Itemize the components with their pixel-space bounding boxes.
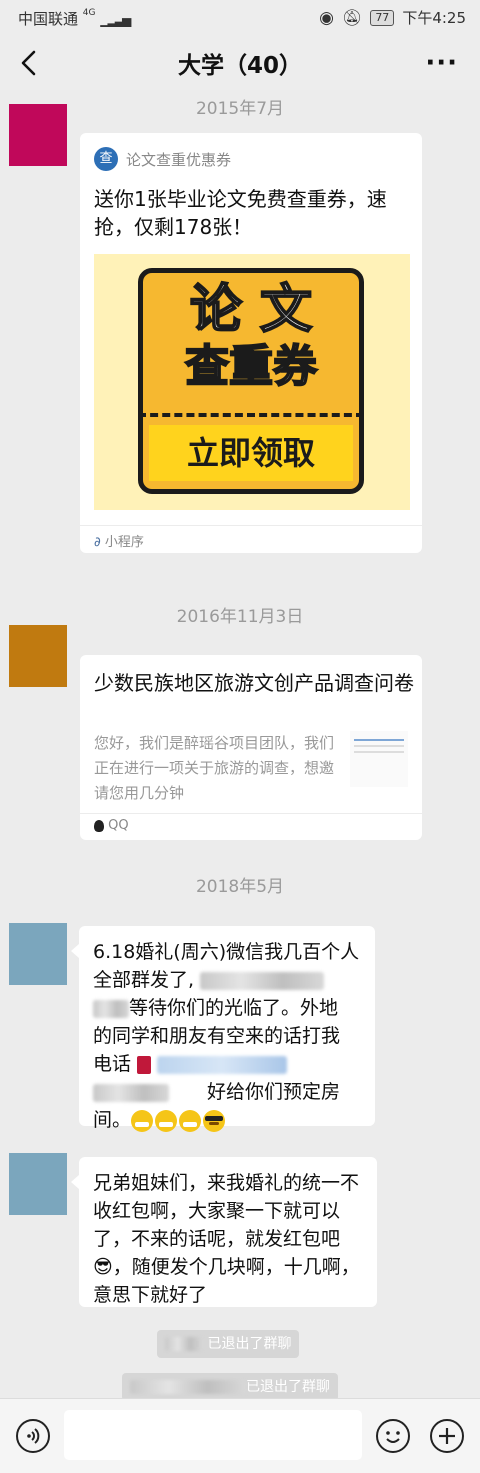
message-input[interactable] xyxy=(64,1410,362,1460)
mini-program-title: 送你1张毕业论文免费查重券，速抢，仅剩178张！ xyxy=(94,187,387,239)
input-bar xyxy=(0,1398,480,1473)
grin-emoji-icon xyxy=(179,1109,202,1132)
system-message: 已退出了群聊 xyxy=(122,1373,338,1401)
share-card-description: 您好，我们是醉瑶谷项目团队，我们正在进行一项关于旅游的调查，想邀请您用几分钟 xyxy=(94,734,335,802)
coupon-image: 论 文 查重券 立即领取 xyxy=(94,254,410,510)
mini-program-logo-icon: 查 xyxy=(94,147,118,171)
chat-title: 大学（40） xyxy=(177,53,302,79)
redacted-text xyxy=(93,999,129,1018)
redacted-text xyxy=(93,1083,169,1102)
claim-now-label: 立即领取 xyxy=(149,425,353,481)
qq-penguin-icon xyxy=(94,819,104,832)
qq-share-card[interactable]: 少数民族地区旅游文创产品调查问卷 您好，我们是醉瑶谷项目团队，我们正在进行一项关… xyxy=(80,655,422,840)
network-indicator: 4G xyxy=(82,8,96,18)
phone-icon xyxy=(137,1055,152,1074)
mute-icon: 🔕︎ xyxy=(342,8,363,27)
mini-program-source: 论文查重优惠券 xyxy=(126,151,232,169)
card-footer: QQ xyxy=(94,818,129,833)
text-message-bubble[interactable]: 6.18婚礼(周六)微信我几百个人 全部群发了, 等待你们的光临了。外地 的同学… xyxy=(71,926,375,1132)
battery-indicator: 77 xyxy=(370,9,395,26)
avatar[interactable] xyxy=(9,923,67,985)
add-attachment-icon[interactable] xyxy=(430,1419,464,1453)
system-message: 已退出了群聊 xyxy=(157,1330,300,1358)
message-timestamp: 2015年7月 xyxy=(195,99,285,119)
voice-input-icon[interactable] xyxy=(16,1419,50,1453)
share-card-thumbnail xyxy=(350,731,408,787)
grin-emoji-icon xyxy=(155,1109,178,1132)
redacted-phone xyxy=(157,1055,288,1074)
avatar[interactable] xyxy=(9,1153,67,1215)
coupon-heading-line2: 查重券 xyxy=(184,340,318,393)
clock: 下午4:25 xyxy=(402,9,466,27)
mini-program-icon: ∂ xyxy=(94,535,101,550)
carrier-label: 中国联通 4G ▁▂▃▅ xyxy=(18,8,131,28)
redacted-name xyxy=(165,1337,203,1351)
message-timestamp: 2018年5月 xyxy=(195,877,285,897)
status-bar: 中国联通 4G ▁▂▃▅ ◉ 🔕︎ 77 下午4:25 xyxy=(0,0,480,34)
avatar[interactable] xyxy=(9,104,67,166)
avatar[interactable] xyxy=(9,625,67,687)
coupon-heading-line1: 论 文 xyxy=(189,280,313,340)
redacted-text xyxy=(200,971,325,990)
eye-icon: ◉ xyxy=(319,7,334,28)
chat-header: 大学（40） ··· xyxy=(0,34,480,90)
grin-emoji-icon xyxy=(131,1109,154,1132)
mini-program-card[interactable]: 查 论文查重优惠券 送你1张毕业论文免费查重券，速抢，仅剩178张！ 论 文 查… xyxy=(80,133,422,553)
card-footer: ∂ 小程序 xyxy=(94,535,144,550)
share-card-title: 少数民族地区旅游文创产品调查问卷 xyxy=(94,671,414,695)
emoji-picker-icon[interactable] xyxy=(376,1419,410,1453)
more-options-icon[interactable]: ··· xyxy=(425,48,458,78)
message-timestamp: 2016年11月3日 xyxy=(176,607,304,627)
redacted-name xyxy=(130,1380,246,1394)
signal-icon: ▁▂▃▅ xyxy=(100,13,131,27)
ticket-divider xyxy=(138,413,364,417)
coupon-ticket: 论 文 查重券 立即领取 xyxy=(138,268,364,494)
sunglasses-emoji-icon xyxy=(203,1109,226,1132)
text-message-bubble[interactable]: 兄弟姐妹们，来我婚礼的统一不收红包啊，大家聚一下就可以了，不来的话呢，就发红包吧… xyxy=(71,1157,377,1307)
